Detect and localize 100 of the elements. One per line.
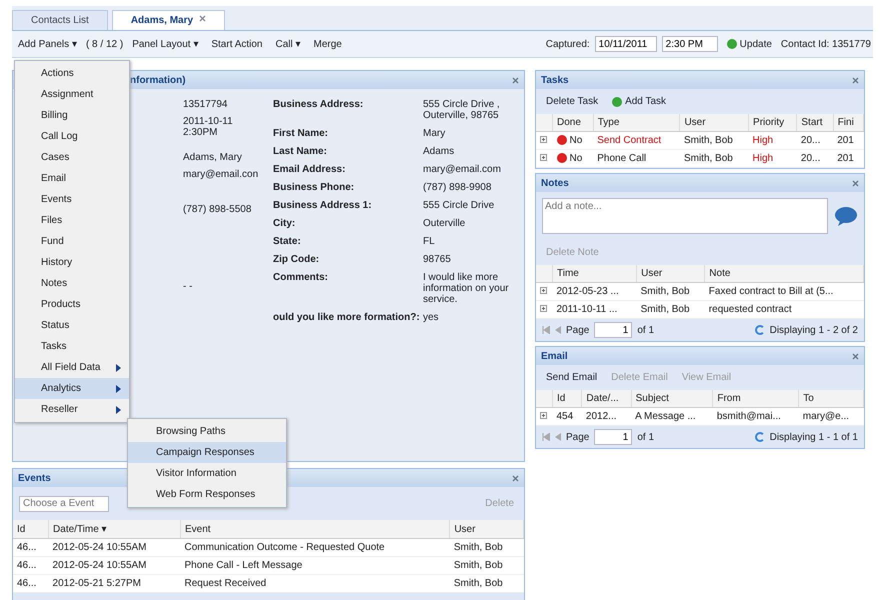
previous-page-icon[interactable] [555,433,561,441]
field-value: Mary [423,128,446,139]
add-task-button[interactable]: Add Task [608,93,670,110]
column-header[interactable]: From [712,390,799,408]
column-header[interactable]: Date/... [582,390,632,408]
menu-item[interactable]: Files [15,210,129,231]
expand-icon[interactable] [540,154,547,161]
column-header[interactable]: Priority [748,114,797,132]
displaying-text: Displaying 1 - 2 of 2 [770,324,858,336]
captured-label: Captured: [546,38,590,50]
column-header[interactable]: Id [552,390,582,408]
send-email-button[interactable]: Send Email [542,369,602,386]
menu-item[interactable]: Billing [15,105,129,126]
panel-layout-button[interactable]: Panel Layout ▾ [128,35,202,53]
menu-item[interactable]: Status [15,315,129,336]
menu-item[interactable]: Call Log [15,126,129,147]
submenu-arrow-icon [116,406,121,414]
menu-item[interactable]: Browsing Paths [128,421,286,442]
field-label: Zip Code: [273,254,320,265]
column-header[interactable]: Type [593,114,680,132]
column-header[interactable]: Id [13,520,49,538]
field-value: FL [423,236,436,247]
table-cell: Phone Call [593,150,680,168]
menu-item[interactable]: Visitor Information [128,463,286,484]
column-header[interactable]: Subject [631,390,713,408]
panel-title: Tasks [541,74,569,86]
update-button[interactable]: Update [722,36,776,52]
tab[interactable]: Adams, Mary [112,10,226,30]
contact-id: Contact Id: 1351779 [780,38,871,50]
close-icon[interactable] [852,76,859,84]
refresh-icon[interactable] [754,325,765,335]
close-icon[interactable] [512,76,519,84]
column-header[interactable]: Note [704,265,864,282]
call-button[interactable]: Call ▾ [272,35,305,53]
first-page-icon[interactable] [542,433,550,441]
menu-item[interactable]: Reseller [15,399,129,420]
column-header[interactable]: User [680,114,749,132]
note-field[interactable]: Add a note... [542,198,828,234]
close-icon[interactable] [852,352,859,360]
table-cell: Send Contract [593,132,680,150]
menu-item[interactable]: Assignment [15,84,129,105]
menu-item[interactable]: Actions [15,63,129,84]
panel-title: Notes [541,178,569,188]
menu-item[interactable]: Events [15,189,129,210]
previous-page-icon[interactable] [555,326,561,334]
field-value: Adams [423,146,456,157]
merge-button[interactable]: Merge [310,36,346,52]
first-page-icon[interactable] [542,326,550,334]
menu-item[interactable]: Campaign Responses [128,442,286,463]
table-cell: 46... [13,556,49,574]
add-panels-button[interactable]: Add Panels ▾ [14,35,81,53]
menu-item[interactable]: All Field Data [15,357,129,378]
field-value: - - [183,281,194,292]
expand-icon[interactable] [540,305,547,312]
field-value: mary@email.com [423,164,502,175]
menu-item[interactable]: Notes [15,273,129,294]
close-icon[interactable] [852,180,859,186]
expand-icon[interactable] [540,136,547,143]
menu-item[interactable]: Web Form Responses [128,484,286,505]
refresh-icon[interactable] [754,432,765,442]
column-header[interactable]: Fini [833,114,864,132]
expand-icon[interactable] [540,412,547,419]
field-label: Business Phone: [273,182,356,193]
column-header[interactable]: Event [180,520,450,538]
field-value: 98765 [423,254,452,265]
date-field[interactable]: 10/11/2011 [594,36,657,52]
menu-item[interactable]: Products [15,294,129,315]
menu-item[interactable]: Fund [15,231,129,252]
column-header[interactable]: User [450,520,524,538]
field-value: Outerville [423,218,466,229]
close-icon[interactable] [512,474,519,482]
expand-icon[interactable] [540,287,547,294]
time-field[interactable]: 2:30 PM [662,36,718,52]
table-cell: Smith, Bob [680,150,749,168]
menu-item[interactable]: Tasks [15,336,129,357]
page-field[interactable]: 1 [594,429,632,445]
column-header[interactable]: To [798,390,864,408]
column-header[interactable]: Date/Time ▾ [48,520,180,538]
speech-bubble-icon[interactable] [834,206,858,226]
tab[interactable]: Contacts List [12,10,108,30]
start-action-button[interactable]: Start Action [207,36,266,52]
column-header[interactable]: Start [796,114,834,132]
menu-item[interactable]: Cases [15,147,129,168]
table-cell: No [570,153,582,164]
page-field[interactable]: 1 [594,322,632,338]
table-cell: Smith, Bob [636,282,705,300]
column-header[interactable]: Done [552,114,594,132]
table-cell: Smith, Bob [680,132,749,150]
column-header[interactable]: User [636,265,705,282]
menu-item[interactable]: History [15,252,129,273]
menu-item[interactable]: Email [15,168,129,189]
delete-task-button[interactable]: Delete Task [542,93,602,110]
field-value: mary@email.con [183,169,260,180]
displaying-text: Displaying 1 - 1 of 1 [770,432,858,442]
event-combo[interactable]: Choose a Event [19,496,109,512]
close-icon[interactable] [199,15,206,22]
table-cell: Communication Outcome - Requested Quote [180,538,450,556]
field-value: yes [423,312,440,323]
menu-item[interactable]: Analytics [15,378,129,399]
column-header[interactable]: Time [552,265,637,282]
